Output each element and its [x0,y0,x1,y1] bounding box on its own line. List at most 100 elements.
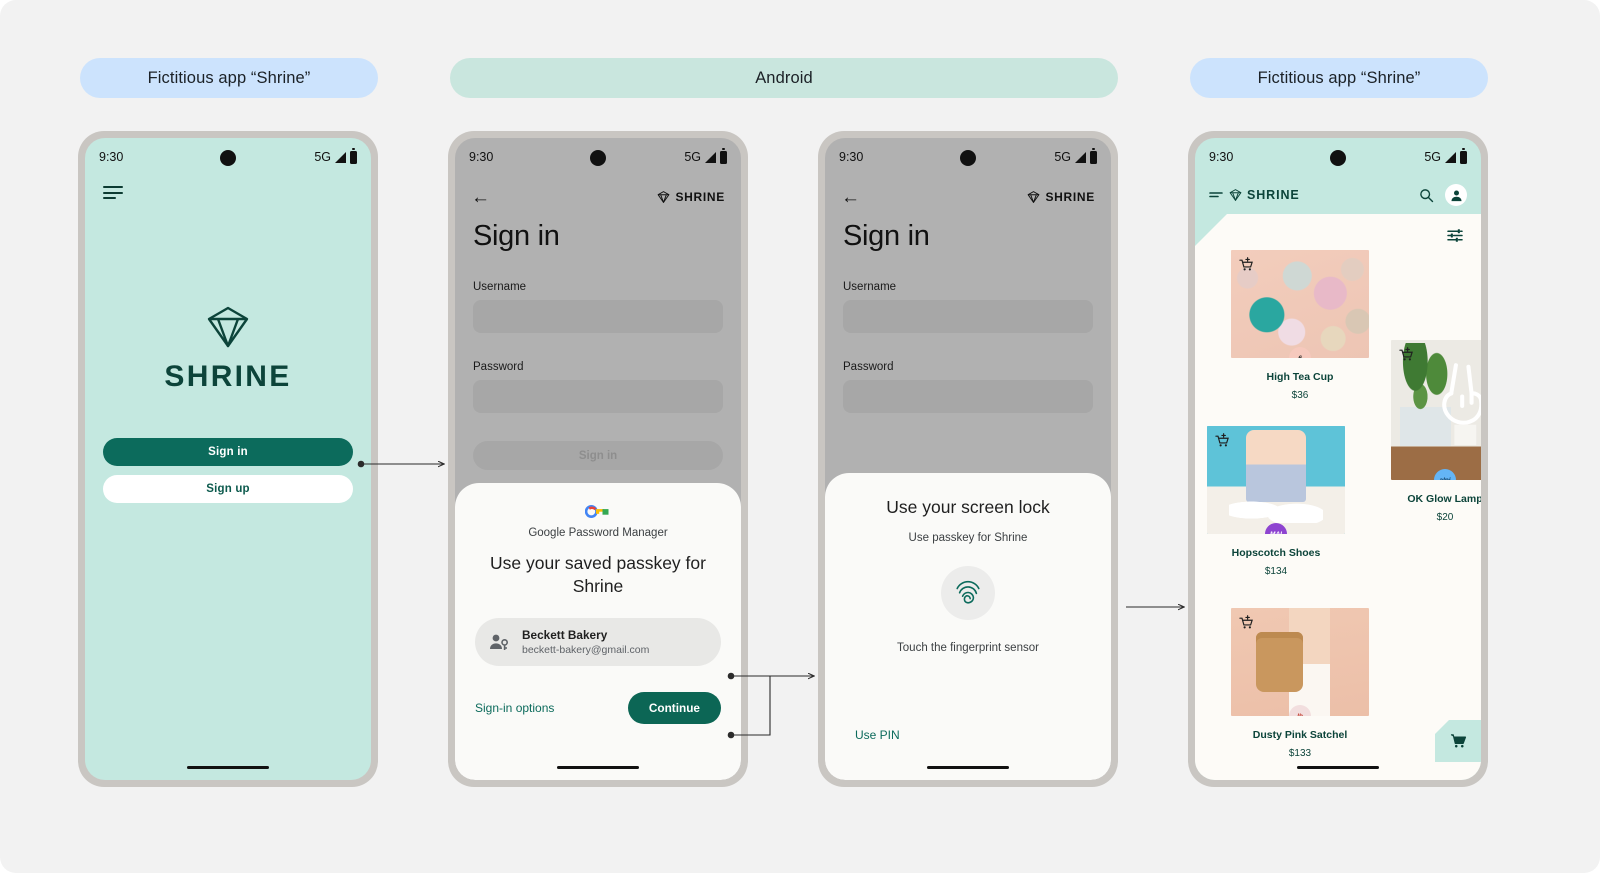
shopping-cart-icon [1450,734,1466,748]
password-input[interactable] [843,380,1093,413]
battery-full-icon [1090,148,1097,164]
network-label: 5G [314,150,331,164]
lock-hint: Touch the fingerprint sensor [897,642,1039,654]
product-image: lb [1231,608,1369,716]
passkey-bottom-sheet: Google Password Manager Use your saved p… [455,483,741,780]
sign-in-submit-button[interactable]: Sign in [473,441,723,470]
chip-label: Android [755,68,813,87]
username-label: Username [843,281,897,293]
product-price: $133 [1288,748,1312,759]
chip-label: Fictitious app “Shrine” [1257,68,1421,87]
sign-up-button[interactable]: Sign up [103,475,353,503]
product-card-dusty-pink-satchel[interactable]: lb Dusty Pink Satchel $133 [1231,608,1369,759]
google-password-manager-icon [584,505,611,518]
credential-row[interactable]: Beckett Bakery beckett-bakery@gmail.com [475,618,721,667]
phone-3-screen-lock: 9:30 5G ← SHRINE Sign in Username Passwo… [818,131,1118,787]
neon-peace-hand-graphic [1442,363,1481,446]
screen-catalog: 9:30 5G SHRINE 6 High Tea Cup $36 alpi O… [1195,138,1481,780]
search-icon[interactable] [1419,188,1434,203]
sheet-actions: Sign-in options Continue [475,692,721,725]
sign-in-options-link[interactable]: Sign-in options [475,701,554,715]
screen-landing: 9:30 5G SHRINE Sign in Sign up [85,138,371,780]
network-label: 5G [1424,150,1441,164]
add-to-cart-icon[interactable] [1215,433,1230,448]
passkey-person-icon [490,634,508,651]
product-image: 6 [1231,250,1369,358]
screen-sign-in-dimmed: 9:30 5G ← SHRINE Sign in Username Passwo… [455,138,741,780]
hamburger-menu-icon[interactable] [1209,190,1224,201]
status-time: 9:30 [469,150,494,164]
add-to-cart-icon[interactable] [1239,257,1254,272]
camera-punch-hole [590,150,606,166]
username-input[interactable] [473,300,723,333]
hamburger-menu-icon[interactable] [103,186,123,200]
username-input[interactable] [843,300,1093,333]
product-name: Hopscotch Shoes [1231,547,1321,559]
product-card-high-tea-cup[interactable]: 6 High Tea Cup $36 [1231,250,1369,401]
product-name: High Tea Cup [1266,371,1334,383]
sign-in-button[interactable]: Sign in [103,438,353,466]
vendor-badge-label: lb [1297,712,1303,717]
gesture-nav-bar[interactable] [927,765,1009,769]
signal-bars-icon [1445,151,1456,163]
app-bar-right [1419,184,1467,206]
status-bar: 9:30 5G [825,138,1111,176]
back-arrow-icon[interactable]: ← [471,188,490,207]
gesture-nav-bar[interactable] [557,765,639,769]
product-price: $20 [1436,512,1454,523]
fingerprint-target[interactable] [941,566,995,620]
shrine-diamond-icon [1229,189,1242,201]
add-to-cart-icon[interactable] [1239,615,1254,630]
page-title: Sign in [843,220,930,252]
status-bar: 9:30 5G [1195,138,1481,176]
app-bar-left: SHRINE [1209,188,1300,202]
screen-lock-bottom-sheet: Use your screen lock Use passkey for Shr… [825,473,1111,780]
password-input[interactable] [473,380,723,413]
product-price: $134 [1264,566,1288,577]
tune-filter-icon[interactable] [1447,228,1463,243]
fingerprint-icon [956,580,980,604]
label-chip-shrine-right: Fictitious app “Shrine” [1190,58,1488,98]
phone-4-catalog: 9:30 5G SHRINE 6 High Tea Cup $36 alpi O… [1188,131,1488,787]
add-to-cart-icon[interactable] [1399,347,1414,362]
signal-bars-icon [705,151,716,163]
signal-bars-icon [1075,151,1086,163]
use-pin-link[interactable]: Use PIN [855,728,900,742]
continue-button[interactable]: Continue [627,692,721,725]
camera-punch-hole [960,150,976,166]
screen-sign-in-dimmed: 9:30 5G ← SHRINE Sign in Username Passwo… [825,138,1111,780]
product-name: Dusty Pink Satchel [1252,729,1348,741]
product-card-hopscotch-shoes[interactable]: MAI Hopscotch Shoes $134 [1207,426,1345,577]
battery-full-icon [350,148,357,164]
battery-full-icon [1460,148,1467,164]
status-bar: 9:30 5G [455,138,741,176]
status-indicators: 5G [1424,148,1467,164]
status-time: 9:30 [99,150,124,164]
diagram-canvas: Fictitious app “Shrine” Android Fictitio… [0,0,1600,873]
shrine-diamond-icon [658,191,670,203]
status-bar: 9:30 5G [85,138,371,176]
network-label: 5G [684,150,701,164]
product-image: MAI [1207,426,1345,534]
back-arrow-icon[interactable]: ← [841,188,860,207]
status-time: 9:30 [1209,150,1234,164]
app-bar: ← SHRINE [825,176,1111,218]
status-indicators: 5G [1054,148,1097,164]
app-bar-brand-label: SHRINE [1045,190,1095,204]
account-avatar-icon[interactable] [1445,184,1467,206]
status-indicators: 5G [314,148,357,164]
password-label: Password [473,361,524,373]
page-title: Sign in [473,220,560,252]
brand-block: SHRINE [85,306,371,394]
phone-1-landing: 9:30 5G SHRINE Sign in Sign up [78,131,378,787]
product-card-ok-glow-lamp[interactable]: alpi OK Glow Lamp $20 [1391,340,1481,523]
gesture-nav-bar[interactable] [187,765,269,769]
cart-fab-button[interactable] [1435,720,1481,762]
app-bar-brand-label: SHRINE [675,190,725,204]
gesture-nav-bar[interactable] [1297,765,1379,769]
app-bar-brand-label: SHRINE [1247,188,1300,202]
vendor-badge-label: alpi [1439,476,1451,481]
brand-title: SHRINE [164,360,292,393]
status-indicators: 5G [684,148,727,164]
product-price: $36 [1291,390,1309,401]
